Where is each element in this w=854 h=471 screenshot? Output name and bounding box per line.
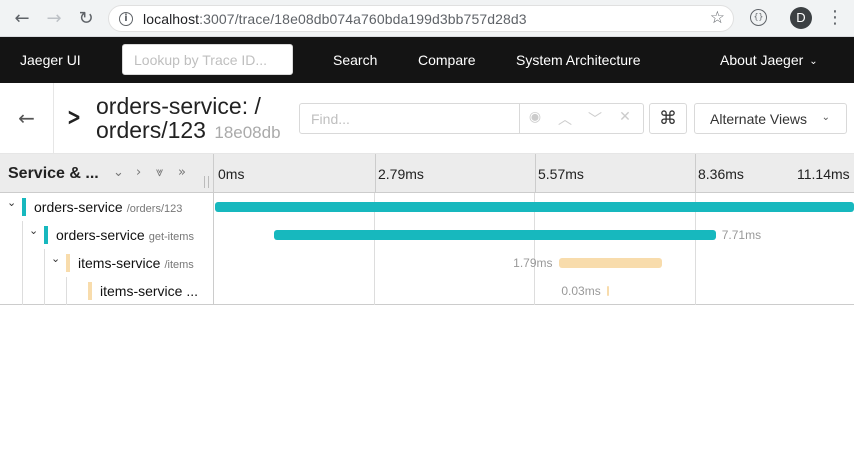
top-navigation: Jaeger UI Lookup by Trace ID... Search C… [0, 37, 854, 83]
tick-label: 11.14ms [797, 166, 850, 182]
operation-name: /items [164, 259, 194, 271]
back-arrow-icon[interactable]: ← [0, 83, 54, 154]
back-arrow-icon[interactable]: ← [11, 8, 33, 30]
span-service-name[interactable]: orders-service get-items [56, 227, 194, 243]
chevron-down-icon[interactable]: ﹀ [586, 109, 604, 129]
chevron-right-icon[interactable]: > [67, 103, 81, 131]
service-name: items-service [78, 255, 161, 271]
span-service-name[interactable]: orders-service/orders/123 [34, 199, 182, 215]
tick-divider [375, 154, 376, 193]
chevron-down-icon[interactable]: ⌄ [7, 196, 16, 209]
trace-title-line1: orders-service: / [96, 93, 261, 119]
span-rows: ⌄ orders-service/orders/123 ⌄ orders-servic… [0, 193, 854, 305]
column-title: Service & ... [8, 165, 99, 182]
address-bar[interactable]: i localhost:3007/trace/18e08db074a760bda… [108, 5, 734, 32]
operation-name: get-items [148, 231, 194, 243]
expand-all-icon[interactable]: » [178, 165, 186, 180]
tick-label: 2.79ms [378, 166, 424, 182]
service-name: orders-service [56, 227, 145, 243]
tree-guide-line [66, 277, 67, 305]
span-duration-bar[interactable] [559, 258, 662, 268]
service-operation-column-header: Service & ... ⌄ › ⩔ » [0, 154, 214, 193]
service-color-marker [66, 254, 70, 272]
close-icon[interactable]: ✕ [616, 109, 634, 125]
trace-title-line2: orders/123 [96, 117, 206, 143]
url-text[interactable]: localhost:3007/trace/18e08db074a760bda19… [143, 11, 527, 27]
span-row[interactable]: ⌄ orders-service get-items 7.71ms [0, 221, 854, 249]
chevron-down-icon[interactable]: ⌄ [51, 252, 60, 265]
tree-guide-line [22, 277, 23, 305]
span-service-name[interactable]: items-service/items [78, 255, 194, 271]
tree-guide-line [22, 249, 23, 277]
span-service-name[interactable]: items-service ... [100, 283, 198, 299]
browser-toolbar: ← → ↻ i localhost:3007/trace/18e08db074a… [0, 0, 854, 37]
alternate-views-dropdown[interactable]: Alternate Views ⌄ [694, 103, 847, 134]
tree-guide-line [44, 249, 45, 277]
service-name: orders-service [34, 199, 123, 215]
chevron-up-icon[interactable]: ︿ [556, 109, 574, 129]
span-row[interactable]: ⌄ orders-service/orders/123 [0, 193, 854, 221]
reload-icon[interactable]: ↻ [75, 8, 97, 30]
chevron-down-icon: ⌄ [821, 112, 830, 123]
service-color-marker [44, 226, 48, 244]
nav-search[interactable]: Search [333, 52, 377, 68]
column-resize-handle[interactable] [204, 176, 209, 188]
trace-title: orders-service: / orders/123 18e08db [96, 94, 306, 145]
alternate-views-label: Alternate Views [710, 111, 808, 127]
span-duration-bar[interactable] [215, 202, 854, 212]
expand-one-icon[interactable]: › [136, 165, 141, 180]
tick-divider [535, 154, 536, 193]
span-duration-bar[interactable] [607, 286, 610, 296]
nav-compare[interactable]: Compare [418, 52, 476, 68]
span-duration-label: 1.79ms [513, 256, 553, 270]
chevron-down-icon[interactable]: ⌄ [29, 224, 38, 237]
collapse-all-icon[interactable]: ⩔ [156, 165, 163, 180]
span-name-cell[interactable]: ⌄ items-service/items [0, 249, 214, 277]
tick-label: 0ms [218, 166, 245, 182]
timeline-header: Service & ... ⌄ › ⩔ » 0ms 2.79ms 5.57ms … [0, 154, 854, 193]
tick-label: 5.57ms [538, 166, 584, 182]
span-row[interactable]: items-service ... 0.03ms [0, 277, 854, 305]
browser-menu-icon[interactable]: ⋮ [826, 6, 844, 30]
profile-avatar[interactable]: D [790, 7, 812, 29]
bookmark-star-icon[interactable]: ☆ [710, 8, 725, 28]
span-row[interactable]: ⌄ items-service/items 1.79ms [0, 249, 854, 277]
url-path: :3007/trace/18e08db074a760bda199d3bb757d… [199, 11, 527, 27]
url-host: localhost [143, 11, 200, 27]
nav-about-label: About Jaeger [720, 52, 804, 68]
span-duration-bar[interactable] [273, 230, 716, 240]
tick-divider [695, 154, 696, 193]
operation-name: /orders/123 [126, 203, 183, 215]
info-icon[interactable]: i [119, 12, 133, 26]
service-color-marker [88, 282, 92, 300]
nav-about-dropdown[interactable]: About Jaeger ⌄ [720, 52, 818, 68]
service-color-marker [22, 198, 26, 216]
tree-guide-line [22, 221, 23, 249]
forward-arrow-icon[interactable]: → [43, 8, 65, 30]
tick-label: 8.36ms [698, 166, 744, 182]
locate-icon[interactable]: ◉ [526, 109, 544, 125]
trace-page-header: ← > orders-service: / orders/123 18e08db… [0, 83, 854, 154]
service-name: items-service ... [100, 283, 199, 299]
nav-system-architecture[interactable]: System Architecture [516, 52, 641, 68]
keyboard-shortcuts-icon[interactable]: ⌘ [649, 103, 687, 134]
trace-id: 18e08db [214, 123, 281, 142]
collapse-one-icon[interactable]: ⌄ [113, 165, 124, 180]
span-name-cell[interactable]: items-service ... [0, 277, 214, 305]
brand-link[interactable]: Jaeger UI [20, 52, 81, 68]
find-input[interactable]: Find... [300, 104, 520, 133]
span-name-cell[interactable]: ⌄ orders-service/orders/123 [0, 193, 214, 221]
span-duration-label: 0.03ms [561, 284, 601, 298]
span-duration-label: 7.71ms [721, 228, 762, 242]
extension-icon[interactable]: {} [750, 9, 767, 26]
trace-id-lookup-input[interactable]: Lookup by Trace ID... [122, 44, 293, 75]
find-search-box: Find... ◉ ︿ ﹀ ✕ [299, 103, 644, 134]
tree-guide-line [44, 277, 45, 305]
span-name-cell[interactable]: ⌄ orders-service get-items [0, 221, 214, 249]
chevron-down-icon: ⌄ [809, 56, 818, 67]
